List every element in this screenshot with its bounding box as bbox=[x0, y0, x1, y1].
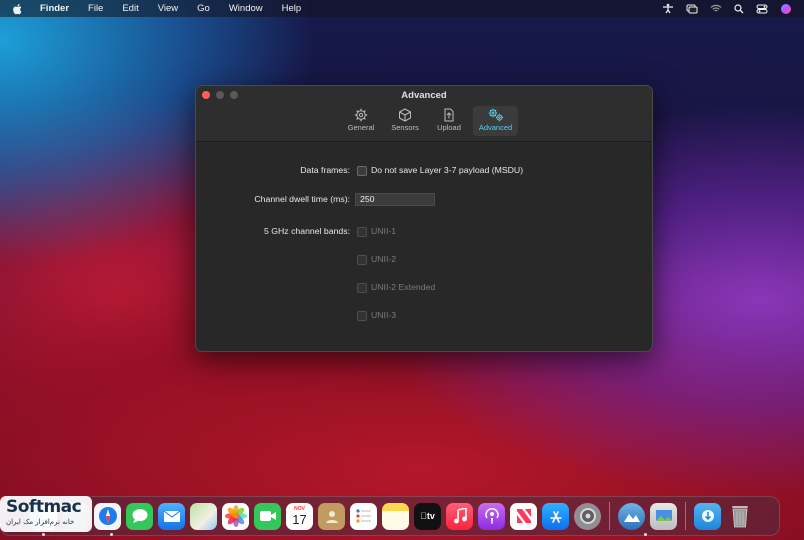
dock-podcasts-icon[interactable] bbox=[478, 502, 505, 530]
unii-2-option[interactable]: UNII-2 bbox=[371, 254, 396, 264]
unii-2-checkbox[interactable] bbox=[357, 255, 367, 265]
toolbar-tabs: General Sensors Upload Advanced bbox=[341, 106, 518, 136]
softmac-watermark: Softmac خانه نرم‌افزار مک ایران bbox=[0, 496, 92, 532]
channel-bands-label: 5 GHz channel bands: bbox=[264, 226, 350, 236]
gears-icon bbox=[488, 108, 503, 122]
tab-sensors-label: Sensors bbox=[391, 123, 419, 132]
data-frames-label: Data frames: bbox=[300, 165, 350, 175]
unii-2-extended-option[interactable]: UNII-2 Extended bbox=[371, 282, 435, 292]
advanced-pane: Data frames: Do not save Layer 3-7 paylo… bbox=[196, 142, 652, 351]
dock-wireless-diagnostics-icon[interactable] bbox=[618, 502, 645, 530]
channel-dwell-label: Channel dwell time (ms): bbox=[254, 194, 350, 204]
tab-sensors[interactable]: Sensors bbox=[385, 106, 425, 136]
watermark-brand: Softmac bbox=[6, 497, 82, 517]
preferences-window: Advanced General Sensors Upload Advanced… bbox=[195, 85, 653, 352]
control-center-icon[interactable] bbox=[756, 4, 768, 14]
dock-music-icon[interactable] bbox=[446, 502, 473, 530]
tab-general-label: General bbox=[347, 123, 375, 132]
unii-3-checkbox[interactable] bbox=[357, 311, 367, 321]
tab-advanced-label: Advanced bbox=[478, 123, 513, 132]
dock-calendar-icon[interactable]: NOV 17 bbox=[286, 502, 313, 530]
menu-file[interactable]: File bbox=[88, 3, 103, 14]
tab-upload-label: Upload bbox=[437, 123, 461, 132]
unii-1-option[interactable]: UNII-1 bbox=[371, 226, 396, 236]
status-area bbox=[662, 0, 792, 17]
dock-icons: NOV 17 tv bbox=[30, 502, 753, 530]
dock-maps-icon[interactable] bbox=[190, 502, 217, 530]
dock-reminders-icon[interactable] bbox=[350, 502, 377, 530]
upload-icon bbox=[444, 108, 454, 122]
dock-safari-icon[interactable] bbox=[94, 502, 121, 530]
dock-separator bbox=[609, 502, 610, 530]
dock-running-indicator bbox=[42, 533, 45, 536]
dock-facetime-icon[interactable] bbox=[254, 502, 281, 530]
dock-notes-icon[interactable] bbox=[382, 502, 409, 530]
search-icon[interactable] bbox=[734, 3, 744, 14]
unii-2-extended-checkbox[interactable] bbox=[357, 283, 367, 293]
menu-edit[interactable]: Edit bbox=[122, 3, 138, 14]
gear-icon bbox=[354, 108, 368, 122]
dock-running-indicator bbox=[110, 533, 113, 536]
wifi-icon[interactable] bbox=[710, 4, 722, 13]
dock-appstore-icon[interactable] bbox=[542, 502, 569, 530]
tab-general[interactable]: General bbox=[341, 106, 381, 136]
do-not-save-payload-checkbox[interactable] bbox=[357, 166, 367, 176]
dock-appletv-icon[interactable]: tv bbox=[414, 502, 441, 530]
menu-window[interactable]: Window bbox=[229, 3, 263, 14]
menu-app-name[interactable]: Finder bbox=[40, 3, 69, 14]
watermark-tagline: خانه نرم‌افزار مک ایران bbox=[6, 518, 75, 526]
cube-icon bbox=[399, 108, 411, 122]
calendar-day: 17 bbox=[292, 511, 307, 527]
dock-system-preferences-icon[interactable] bbox=[574, 502, 601, 530]
siri-icon[interactable] bbox=[780, 3, 792, 15]
dock-downloads-folder-icon[interactable] bbox=[694, 502, 721, 530]
menu-view[interactable]: View bbox=[158, 3, 178, 14]
dock-contacts-icon[interactable] bbox=[318, 502, 345, 530]
menu-go[interactable]: Go bbox=[197, 3, 210, 14]
channel-dwell-input[interactable]: 250 bbox=[355, 193, 435, 206]
accessibility-icon[interactable] bbox=[662, 3, 674, 14]
dock-separator-2 bbox=[685, 502, 686, 530]
unii-3-option[interactable]: UNII-3 bbox=[371, 310, 396, 320]
screen-mirroring-icon[interactable] bbox=[686, 4, 698, 14]
dock-messages-icon[interactable] bbox=[126, 502, 153, 530]
window-title: Advanced bbox=[401, 90, 447, 101]
dock-running-indicator bbox=[644, 533, 647, 536]
unii-1-checkbox[interactable] bbox=[357, 227, 367, 237]
apple-menu-icon[interactable] bbox=[12, 2, 26, 16]
dock-news-icon[interactable] bbox=[510, 502, 537, 530]
window-titlebar[interactable]: Advanced General Sensors Upload Advanced bbox=[196, 86, 652, 142]
tab-upload[interactable]: Upload bbox=[429, 106, 469, 136]
do-not-save-payload-option[interactable]: Do not save Layer 3-7 payload (MSDU) bbox=[371, 165, 523, 175]
dock-preview-icon[interactable] bbox=[650, 502, 677, 530]
menu-help[interactable]: Help bbox=[282, 3, 302, 14]
dock-mail-icon[interactable] bbox=[158, 502, 185, 530]
tab-advanced[interactable]: Advanced bbox=[473, 106, 518, 136]
dock-photos-icon[interactable] bbox=[222, 502, 249, 530]
menu-bar: Finder File Edit View Go Window Help bbox=[0, 0, 804, 17]
dock-trash-icon[interactable] bbox=[726, 503, 753, 530]
